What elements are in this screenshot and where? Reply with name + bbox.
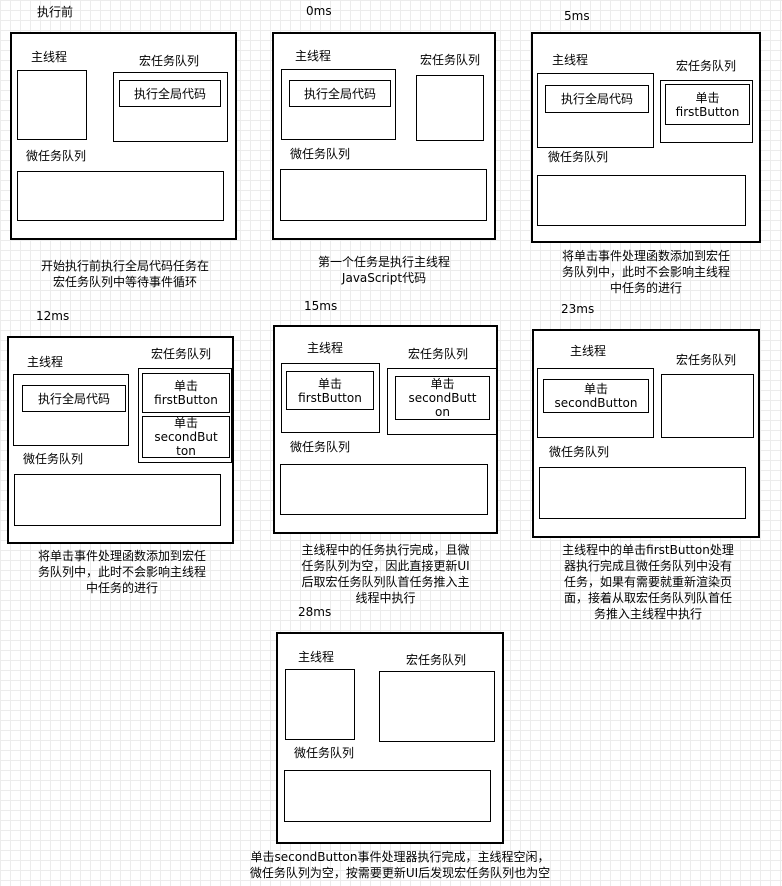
macro-task-queue-label: 宏任务队列 [151,347,212,361]
frame-caption: 主线程中的单击firstButton处理 器执行完成且微任务队列中没有 任务，如… [562,543,734,621]
task-box: 执行全局代码 [289,80,391,107]
macro-task-queue-label: 宏任务队列 [676,353,737,367]
frame-caption: 单击secondButton事件处理器执行完成，主线程空闲， 微任务队列为空，按… [249,850,551,880]
micro-task-queue-label: 微任务队列 [290,147,351,161]
task-box: 单击 firstButton [142,373,230,413]
main-thread-label: 主线程 [307,341,344,355]
main-thread-label: 主线程 [295,49,332,63]
task-label: 执行全局代码 [37,391,110,406]
macro-task-queue-label: 宏任务队列 [406,653,467,667]
micro-task-queue-box [280,464,488,515]
micro-task-queue-box [284,770,491,822]
task-label: 单击 secondButton [554,382,638,410]
task-label: 执行全局代码 [133,86,206,101]
main-thread-label: 主线程 [298,650,335,664]
main-thread-label: 主线程 [27,355,64,369]
task-label: 单击 secondButt on [408,377,477,419]
macro-task-queue-label: 宏任务队列 [408,347,469,361]
frame-caption: 第一个任务是执行主线程 JavaScript代码 [317,255,450,285]
micro-task-queue-box [539,467,746,519]
frame-caption: 将单击事件处理函数添加到宏任 务队列中，此时不会影响主线程 中任务的进行 [561,249,730,295]
main-thread-label: 主线程 [570,344,607,358]
task-box: 执行全局代码 [22,385,126,412]
main-thread-box [17,70,87,140]
frame-caption: 主线程中的任务执行完成，且微 任务队列为空，因此直接更新UI 后取宏任务队列队首… [301,543,470,605]
frame-caption: 开始执行前执行全局代码任务在 宏任务队列中等待事件循环 [40,259,209,289]
task-box: 执行全局代码 [545,85,649,113]
frame-time-label: 12ms [36,309,70,323]
frame-time-label: 5ms [564,9,590,23]
main-thread-box [285,669,355,740]
task-box: 单击 firstButton [665,84,750,125]
macro-task-queue-label: 宏任务队列 [139,54,200,68]
task-label: 单击 secondBut ton [154,416,218,458]
macro-task-queue-label: 宏任务队列 [420,53,481,67]
macro-task-queue-box [661,374,754,438]
frame-caption: 将单击事件处理函数添加到宏任 务队列中，此时不会影响主线程 中任务的进行 [37,549,206,595]
micro-task-queue-box [14,474,221,526]
task-label: 单击 firstButton [154,379,218,407]
task-box: 单击 firstButton [286,371,374,410]
frame-time-label: 23ms [561,302,595,316]
macro-task-queue-box [416,75,484,141]
task-label: 执行全局代码 [560,92,633,106]
task-label: 单击 firstButton [298,376,362,405]
micro-task-queue-label: 微任务队列 [290,440,351,454]
task-box: 执行全局代码 [119,80,221,107]
micro-task-queue-label: 微任务队列 [549,445,610,459]
micro-task-queue-label: 微任务队列 [548,150,609,164]
frame-time-label: 执行前 [37,5,74,19]
micro-task-queue-label: 微任务队列 [26,149,87,163]
task-box: 单击 secondButt on [395,376,490,420]
micro-task-queue-box [17,171,224,221]
frame-time-label: 15ms [304,299,338,313]
frame-time-label: 0ms [306,4,332,18]
micro-task-queue-label: 微任务队列 [294,746,355,760]
macro-task-queue-box [379,671,495,742]
frame-time-label: 28ms [298,605,332,619]
task-label: 单击 firstButton [675,90,740,119]
main-thread-label: 主线程 [552,53,589,67]
task-box: 单击 secondBut ton [142,416,230,458]
main-thread-label: 主线程 [31,50,68,64]
task-box: 单击 secondButton [543,379,649,413]
task-label: 执行全局代码 [303,86,376,101]
event-loop-diagram: 执行前 主线程 宏任务队列 微任务队列 执行全局代码 开始执行前执行全局代码任务在 宏任务… [0,0,782,886]
micro-task-queue-box [280,169,487,221]
micro-task-queue-label: 微任务队列 [23,452,84,466]
micro-task-queue-box [537,175,746,226]
macro-task-queue-label: 宏任务队列 [676,59,737,73]
